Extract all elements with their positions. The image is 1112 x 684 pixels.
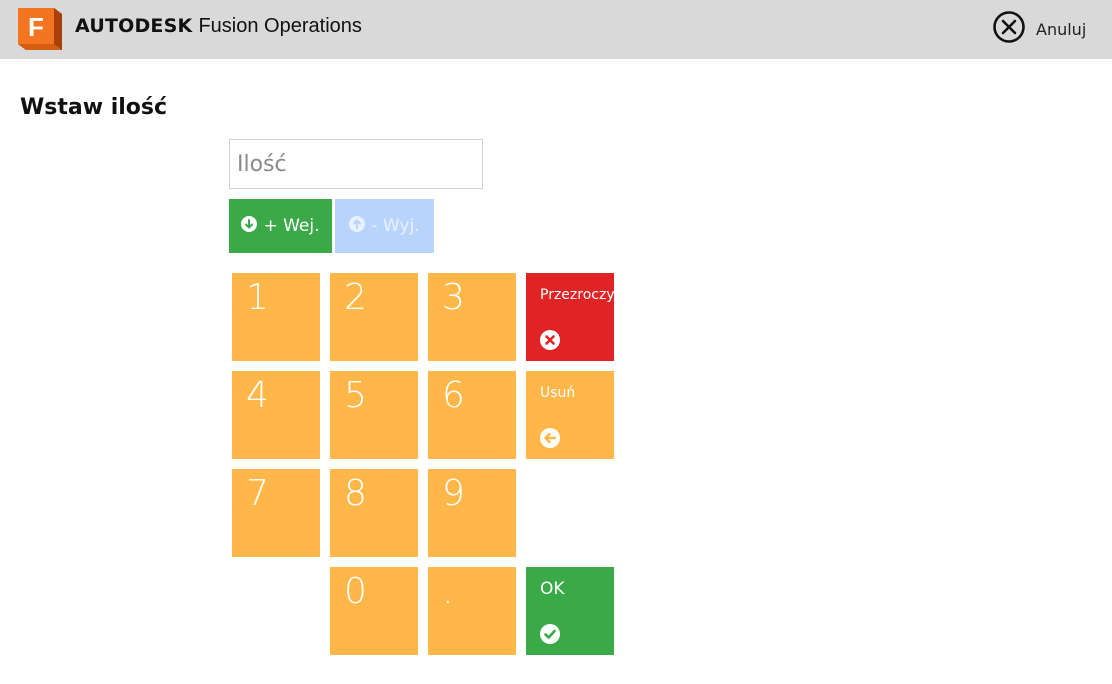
- key-label: 7: [246, 473, 269, 514]
- quantity-input[interactable]: [229, 139, 483, 189]
- cancel-button[interactable]: Anuluj: [992, 11, 1086, 47]
- brand-name: AUTODESK: [75, 15, 193, 37]
- inbound-label: + Wej.: [263, 216, 320, 236]
- key-label: 5: [344, 375, 367, 416]
- ok-label: OK: [540, 579, 565, 599]
- arrow-down-circle-icon: [241, 215, 263, 237]
- arrow-up-circle-icon: [349, 215, 371, 237]
- cancel-label: Anuluj: [1036, 19, 1087, 39]
- key-label: 3: [442, 277, 465, 318]
- check-circle-icon: [540, 624, 560, 644]
- x-circle-icon: [540, 330, 560, 350]
- close-circle-icon: [992, 10, 1026, 48]
- key-label: 2: [344, 277, 367, 318]
- key-3[interactable]: 3: [428, 273, 516, 361]
- autodesk-f-logo-icon: F: [18, 8, 62, 50]
- key-0[interactable]: 0: [330, 567, 418, 655]
- key-label: 6: [442, 375, 465, 416]
- outbound-label: - Wyj.: [371, 216, 420, 236]
- key-9[interactable]: 9: [428, 469, 516, 557]
- key-2[interactable]: 2: [330, 273, 418, 361]
- key-6[interactable]: 6: [428, 371, 516, 459]
- inbound-button[interactable]: + Wej.: [229, 199, 332, 253]
- key-label: 0: [344, 571, 367, 612]
- key-label: .: [442, 571, 454, 612]
- delete-button[interactable]: Usuń: [526, 371, 614, 459]
- app-brand: AUTODESK Fusion Operations: [75, 15, 362, 38]
- product-name: Fusion Operations: [198, 15, 362, 37]
- delete-label: Usuń: [540, 385, 576, 401]
- top-bar: F AUTODESK Fusion Operations Anuluj: [0, 0, 1112, 59]
- outbound-button[interactable]: - Wyj.: [335, 199, 434, 253]
- key-7[interactable]: 7: [232, 469, 320, 557]
- logo-letter: F: [28, 12, 44, 42]
- clear-label: Przezroczy: [540, 287, 615, 303]
- key-label: 1: [246, 277, 269, 318]
- arrow-left-circle-icon: [540, 428, 560, 448]
- key-5[interactable]: 5: [330, 371, 418, 459]
- key-label: 8: [344, 473, 367, 514]
- key-8[interactable]: 8: [330, 469, 418, 557]
- ok-button[interactable]: OK: [526, 567, 614, 655]
- clear-button[interactable]: Przezroczy: [526, 273, 615, 361]
- page-title: Wstaw ilość: [20, 95, 168, 120]
- key-label: 4: [246, 375, 269, 416]
- key-4[interactable]: 4: [232, 371, 320, 459]
- key-label: 9: [442, 473, 465, 514]
- key-decimal[interactable]: .: [428, 567, 516, 655]
- key-1[interactable]: 1: [232, 273, 320, 361]
